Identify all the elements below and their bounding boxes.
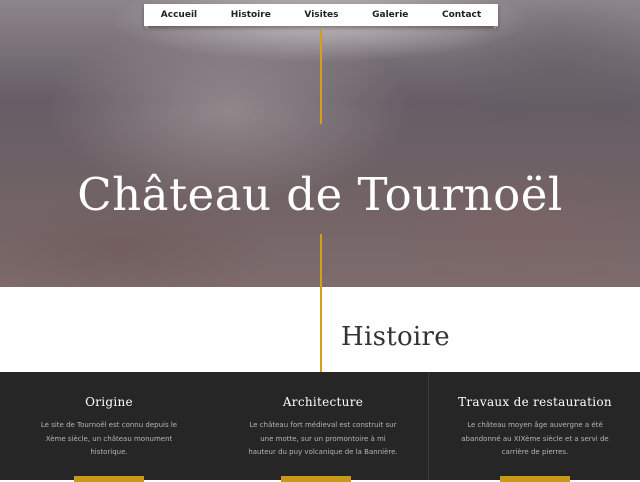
hero-title: Château de Tournoël bbox=[77, 168, 563, 221]
feature-read-more-button[interactable] bbox=[281, 476, 351, 482]
nav-item-visites[interactable]: Visites bbox=[304, 10, 338, 20]
feature-text: Le site de Tournoël est connu depuis le … bbox=[40, 421, 178, 456]
feature-title: Travaux de restauration bbox=[458, 395, 612, 409]
nav-item-galerie[interactable]: Galerie bbox=[372, 10, 408, 20]
gold-divider-bottom bbox=[320, 234, 322, 372]
section-title: Histoire bbox=[341, 322, 450, 352]
feature-read-more-button[interactable] bbox=[74, 476, 144, 482]
feature-read-more-button[interactable] bbox=[500, 476, 570, 482]
feature-card-architecture: Architecture Le château fort médieval es… bbox=[218, 372, 428, 482]
nav-item-histoire[interactable]: Histoire bbox=[231, 10, 271, 20]
gold-divider-top bbox=[320, 30, 322, 124]
nav-ribbon-fold-left bbox=[144, 26, 148, 29]
feature-card-restauration: Travaux de restauration Le château moyen… bbox=[428, 372, 640, 482]
feature-card-origine: Origine Le site de Tournoël est connu de… bbox=[0, 372, 218, 482]
nav-item-contact[interactable]: Contact bbox=[442, 10, 481, 20]
features-band: Origine Le site de Tournoël est connu de… bbox=[0, 372, 640, 482]
feature-text: Le château fort médieval est construit s… bbox=[248, 421, 398, 456]
feature-title: Architecture bbox=[282, 395, 364, 409]
nav-item-accueil[interactable]: Accueil bbox=[161, 10, 197, 20]
main-navigation: Accueil Histoire Visites Galerie Contact bbox=[144, 4, 498, 26]
feature-title: Origine bbox=[85, 395, 133, 409]
feature-text: Le château moyen âge auvergne a été aban… bbox=[461, 421, 609, 456]
nav-ribbon-fold-right bbox=[494, 26, 498, 29]
